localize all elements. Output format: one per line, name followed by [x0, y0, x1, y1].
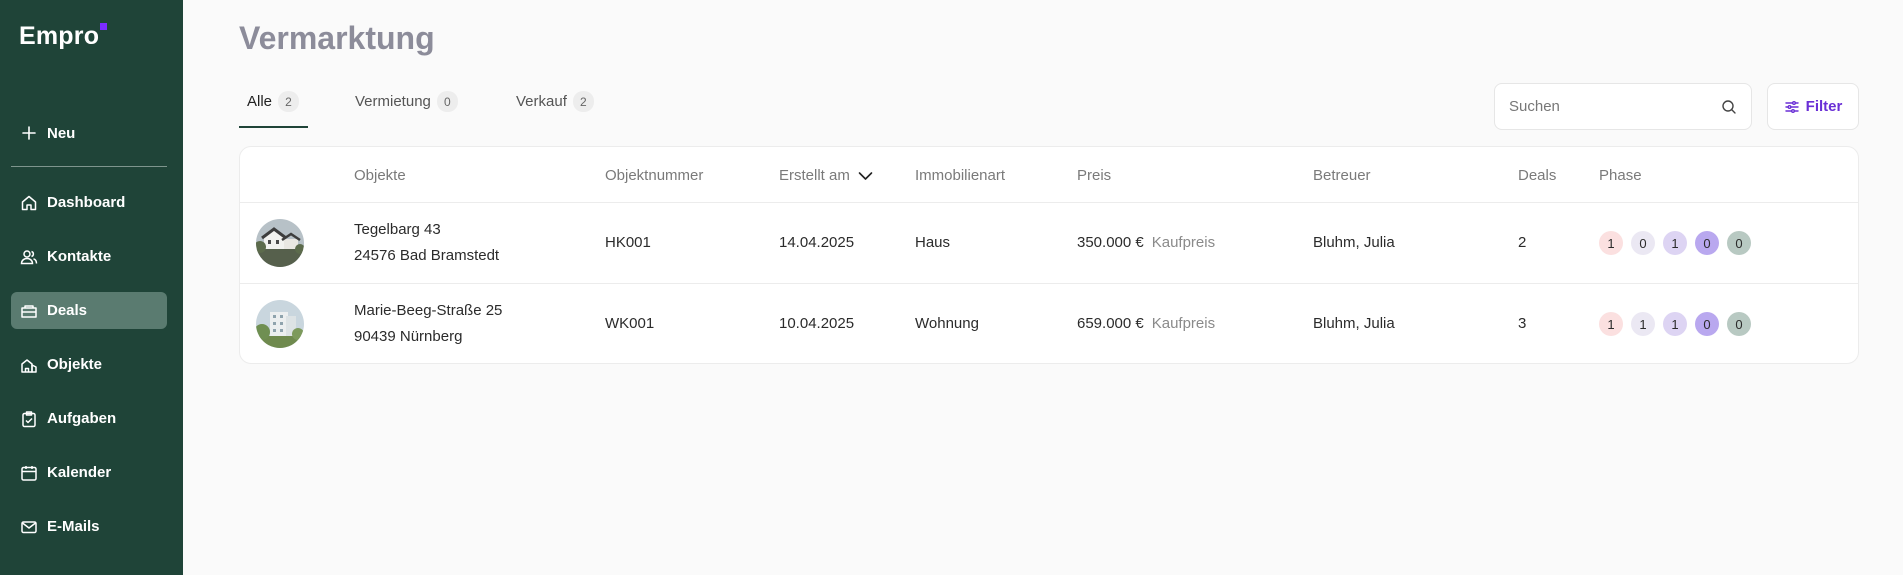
- property-city: 24576 Bad Bramstedt: [354, 247, 500, 264]
- column-header-label: Erstellt am: [779, 167, 850, 184]
- filter-button[interactable]: Filter: [1767, 83, 1859, 130]
- buildings-icon: [20, 356, 38, 374]
- handshake-icon: [20, 302, 38, 320]
- sidebar-item-e-mails[interactable]: E-Mails: [11, 508, 167, 545]
- property-type: Haus: [915, 234, 951, 251]
- created-date: 14.04.2025: [779, 234, 855, 251]
- column-header-preis[interactable]: Preis: [1077, 167, 1111, 184]
- sidebar: Empro Neu Dashboard Kontakte Deals Objek…: [0, 0, 183, 575]
- price-type: Kaufpreis: [1151, 234, 1216, 251]
- search-input[interactable]: [1509, 98, 1721, 115]
- tab-count-badge: 2: [572, 91, 594, 112]
- sidebar-item-objekte[interactable]: Objekte: [11, 346, 167, 383]
- column-header-objekte[interactable]: Objekte: [354, 167, 406, 184]
- column-header-erstellt-am[interactable]: Erstellt am: [779, 167, 873, 184]
- price-value: 350.000 €: [1077, 234, 1144, 251]
- sort-chevron-down-icon[interactable]: [858, 171, 873, 181]
- phase-indicators: 1 0 1 0 0: [1599, 231, 1751, 255]
- tab-label: Verkauf: [516, 93, 567, 110]
- phase-badge: 1: [1631, 312, 1655, 336]
- sidebar-item-label: E-Mails: [47, 518, 100, 535]
- property-type: Wohnung: [915, 315, 979, 332]
- tab-alle[interactable]: Alle 2: [247, 90, 300, 128]
- plus-icon: [20, 124, 38, 142]
- sidebar-item-deals[interactable]: Deals: [11, 292, 167, 329]
- sidebar-item-dashboard[interactable]: Dashboard: [11, 184, 167, 221]
- tab-count-badge: 0: [436, 91, 458, 112]
- tab-vermietung[interactable]: Vermietung 0: [355, 90, 458, 128]
- property-street: Marie-Beeg-Straße 25: [354, 302, 503, 319]
- tab-count-badge: 2: [278, 91, 300, 112]
- column-header-objektnummer[interactable]: Objektnummer: [605, 167, 703, 184]
- search-box: [1494, 83, 1752, 130]
- sidebar-item-kalender[interactable]: Kalender: [11, 454, 167, 491]
- sidebar-item-label: Kontakte: [47, 248, 112, 265]
- table-row[interactable]: Tegelbarg 43 24576 Bad Bramstedt HK001 1…: [240, 202, 1858, 283]
- property-number: WK001: [605, 315, 655, 332]
- price-value: 659.000 €: [1077, 315, 1144, 332]
- phase-badge: 0: [1727, 312, 1751, 336]
- sliders-icon: [1784, 99, 1800, 115]
- property-thumbnail: [256, 219, 304, 267]
- home-icon: [20, 194, 38, 212]
- property-city: 90439 Nürnberg: [354, 328, 463, 345]
- column-header-phase[interactable]: Phase: [1599, 167, 1642, 184]
- phase-badge: 1: [1599, 312, 1623, 336]
- deals-count: 2: [1518, 234, 1527, 251]
- tab-verkauf[interactable]: Verkauf 2: [516, 90, 594, 128]
- agent-name: Bluhm, Julia: [1313, 234, 1395, 251]
- column-header-deals[interactable]: Deals: [1518, 167, 1556, 184]
- sidebar-divider: [11, 166, 167, 167]
- calendar-icon: [20, 464, 38, 482]
- sidebar-item-label: Aufgaben: [47, 410, 117, 427]
- search-icon[interactable]: [1721, 99, 1737, 115]
- column-header-immobilienart[interactable]: Immobilienart: [915, 167, 1005, 184]
- phase-badge: 0: [1631, 231, 1655, 255]
- price: 659.000 € Kaufpreis: [1077, 315, 1215, 332]
- deals-count: 3: [1518, 315, 1527, 332]
- phase-badge: 1: [1663, 231, 1687, 255]
- phase-badge: 1: [1663, 312, 1687, 336]
- property-number: HK001: [605, 234, 651, 251]
- property-street: Tegelbarg 43: [354, 221, 441, 238]
- price-type: Kaufpreis: [1151, 315, 1216, 332]
- tab-label: Alle: [247, 93, 273, 110]
- phase-badge: 0: [1695, 231, 1719, 255]
- table-row[interactable]: Marie-Beeg-Straße 25 90439 Nürnberg WK00…: [240, 283, 1858, 364]
- sidebar-item-label: Objekte: [47, 356, 103, 373]
- sidebar-item-label: Deals: [47, 302, 88, 319]
- tab-label: Vermietung: [355, 93, 431, 110]
- logo: Empro: [19, 22, 108, 51]
- clipboard-icon: [20, 410, 38, 428]
- sidebar-item-aufgaben[interactable]: Aufgaben: [11, 400, 167, 437]
- phase-badge: 0: [1727, 231, 1751, 255]
- page-title: Vermarktung: [239, 20, 435, 56]
- logo-text: Empro: [19, 22, 100, 50]
- deals-table: Objekte Objektnummer Erstellt am Immobil…: [239, 146, 1859, 364]
- created-date: 10.04.2025: [779, 315, 855, 332]
- property-thumbnail: [256, 300, 304, 348]
- sidebar-item-kontakte[interactable]: Kontakte: [11, 238, 167, 275]
- phase-badge: 0: [1695, 312, 1719, 336]
- agent-name: Bluhm, Julia: [1313, 315, 1395, 332]
- mail-icon: [20, 518, 38, 536]
- users-icon: [20, 248, 38, 266]
- column-header-betreuer[interactable]: Betreuer: [1313, 167, 1371, 184]
- price: 350.000 € Kaufpreis: [1077, 234, 1215, 251]
- new-button-label: Neu: [47, 124, 76, 142]
- filter-button-label: Filter: [1805, 98, 1843, 115]
- new-button[interactable]: Neu: [11, 117, 167, 149]
- logo-accent-dot: [100, 23, 108, 30]
- active-tab-indicator: [239, 126, 308, 128]
- phase-indicators: 1 1 1 0 0: [1599, 312, 1751, 336]
- sidebar-item-label: Kalender: [47, 464, 112, 481]
- phase-badge: 1: [1599, 231, 1623, 255]
- sidebar-item-label: Dashboard: [47, 194, 126, 211]
